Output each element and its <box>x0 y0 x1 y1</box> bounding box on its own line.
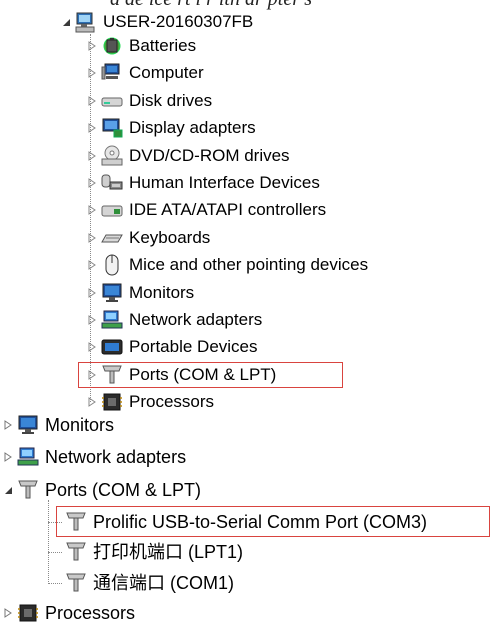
tree-item-label: Disk drives <box>129 90 213 110</box>
battery-icon <box>100 34 124 58</box>
tree-item-mice-and-other-pointing-devices[interactable]: Mice and other pointing devices <box>86 253 368 277</box>
tree-item-computer[interactable]: Computer <box>86 61 204 85</box>
network-adapter-icon <box>16 445 40 469</box>
expand-arrow-icon[interactable] <box>86 89 98 113</box>
tree-item-label: Processors <box>129 392 215 412</box>
tree-item-portable-devices[interactable]: Portable Devices <box>86 335 258 359</box>
processor-icon <box>100 390 124 414</box>
tree-item-lpt1[interactable]: 打印机端口 (LPT1) <box>64 540 243 564</box>
network-adapter-icon <box>100 308 124 332</box>
expand-arrow-icon[interactable] <box>86 253 98 277</box>
tree-item-label: Keyboards <box>129 227 211 247</box>
collapse-arrow-icon[interactable] <box>2 478 14 502</box>
keyboard-icon <box>100 226 124 250</box>
tree-item-monitors[interactable]: Monitors <box>86 281 194 305</box>
tree-item-human-interface-devices[interactable]: Human Interface Devices <box>86 171 320 195</box>
tree-item-disk-drives[interactable]: Disk drives <box>86 89 212 113</box>
expand-arrow-icon[interactable] <box>2 445 14 469</box>
caption-fragment: d de ice rt l r ith dr pter's <box>110 0 312 10</box>
prolific-highlight-box <box>56 506 490 537</box>
portable-device-icon <box>100 335 124 359</box>
tree-item-label: Batteries <box>129 36 197 55</box>
tree-item-keyboards[interactable]: Keyboards <box>86 226 210 250</box>
expand-arrow-icon[interactable] <box>86 335 98 359</box>
tree-item-network-adapters[interactable]: Network adapters <box>86 308 262 332</box>
expand-arrow-icon[interactable] <box>86 308 98 332</box>
tree-item-label: DVD/CD-ROM drives <box>129 145 290 165</box>
tree-item-ide-ata-atapi-controllers[interactable]: IDE ATA/ATAPI controllers <box>86 198 326 222</box>
expand-arrow-icon[interactable] <box>86 116 98 140</box>
port-icon <box>16 478 40 502</box>
dvd-drive-icon <box>100 144 124 168</box>
tree-item-label: Monitors <box>129 282 195 302</box>
expand-arrow-icon[interactable] <box>86 390 98 414</box>
tree-root-computer[interactable]: USER-20160307FB <box>60 10 253 34</box>
collapse-arrow-icon[interactable] <box>60 10 72 34</box>
tree-item-label: Human Interface Devices <box>129 173 320 192</box>
tree-item-label: Network adapters <box>129 310 263 329</box>
tree-item-ports[interactable]: Ports (COM & LPT) <box>2 478 201 502</box>
port-icon <box>64 540 88 564</box>
tree-item-dvd-cd-rom-drives[interactable]: DVD/CD-ROM drives <box>86 144 290 168</box>
expand-arrow-icon[interactable] <box>86 281 98 305</box>
tree-item-processors[interactable]: Processors <box>86 390 214 414</box>
expand-arrow-icon[interactable] <box>86 226 98 250</box>
port-icon <box>64 571 88 595</box>
expand-arrow-icon[interactable] <box>86 34 98 58</box>
ports-highlight-box <box>78 362 343 388</box>
expand-arrow-icon[interactable] <box>86 61 98 85</box>
tree-item-label: IDE ATA/ATAPI controllers <box>129 200 327 220</box>
tree-connector <box>48 552 62 553</box>
expand-arrow-icon[interactable] <box>2 601 14 625</box>
tree-item-batteries[interactable]: Batteries <box>86 34 196 58</box>
processor-icon <box>16 601 40 625</box>
tree-item-label: Display adapters <box>129 118 256 138</box>
tree-connector <box>48 500 49 584</box>
expand-arrow-icon[interactable] <box>86 144 98 168</box>
computer-name-label: USER-20160307FB <box>103 12 254 31</box>
tree-item-label: Portable Devices <box>129 337 258 357</box>
display-adapter-icon <box>100 116 124 140</box>
tree-item-network-adapters[interactable]: Network adapters <box>2 445 186 469</box>
tree-item-display-adapters[interactable]: Display adapters <box>86 116 256 140</box>
tree-connector <box>48 583 62 584</box>
monitor-icon <box>16 413 40 437</box>
tree-item-monitors[interactable]: Monitors <box>2 413 114 437</box>
tree-item-processors[interactable]: Processors <box>2 601 135 625</box>
monitor-icon <box>100 281 124 305</box>
tree-item-label: Mice and other pointing devices <box>129 255 369 275</box>
mouse-icon <box>100 253 124 277</box>
computer-icon <box>74 10 98 34</box>
disk-drive-icon <box>100 89 124 113</box>
hid-icon <box>100 171 124 195</box>
tree-item-com1[interactable]: 通信端口 (COM1) <box>64 571 234 595</box>
expand-arrow-icon[interactable] <box>86 171 98 195</box>
expand-arrow-icon[interactable] <box>2 413 14 437</box>
computer-icon <box>100 61 124 85</box>
ide-controller-icon <box>100 198 124 222</box>
tree-item-label: Computer <box>129 63 204 83</box>
expand-arrow-icon[interactable] <box>86 198 98 222</box>
